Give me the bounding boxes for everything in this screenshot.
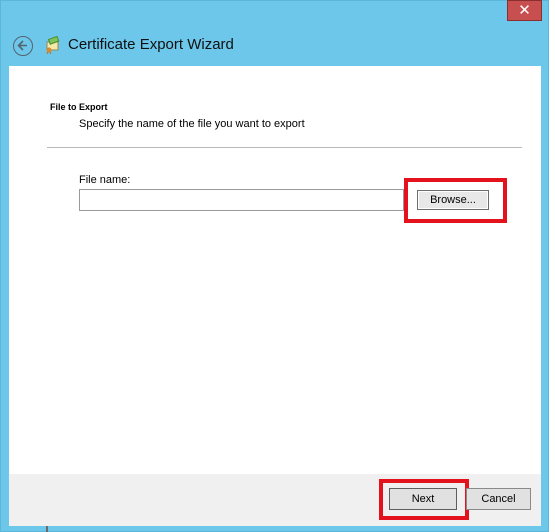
page-section-title: File to Export	[50, 102, 108, 112]
background-window-edge	[46, 526, 48, 532]
header-divider	[47, 147, 522, 148]
close-button[interactable]: ✕	[507, 0, 542, 21]
browse-button[interactable]: Browse...	[417, 190, 489, 210]
back-button[interactable]	[13, 36, 33, 56]
certificate-icon	[46, 36, 60, 54]
page-section-description: Specify the name of the file you want to…	[79, 118, 305, 130]
back-arrow-icon	[17, 40, 27, 51]
file-name-input[interactable]	[79, 189, 404, 211]
wizard-title: Certificate Export Wizard	[68, 36, 234, 53]
desktop-edge	[549, 0, 555, 532]
file-name-label: File name:	[79, 174, 131, 186]
cancel-button[interactable]: Cancel	[466, 488, 531, 510]
close-icon: ✕	[518, 1, 531, 19]
next-button[interactable]: Next	[389, 488, 457, 510]
